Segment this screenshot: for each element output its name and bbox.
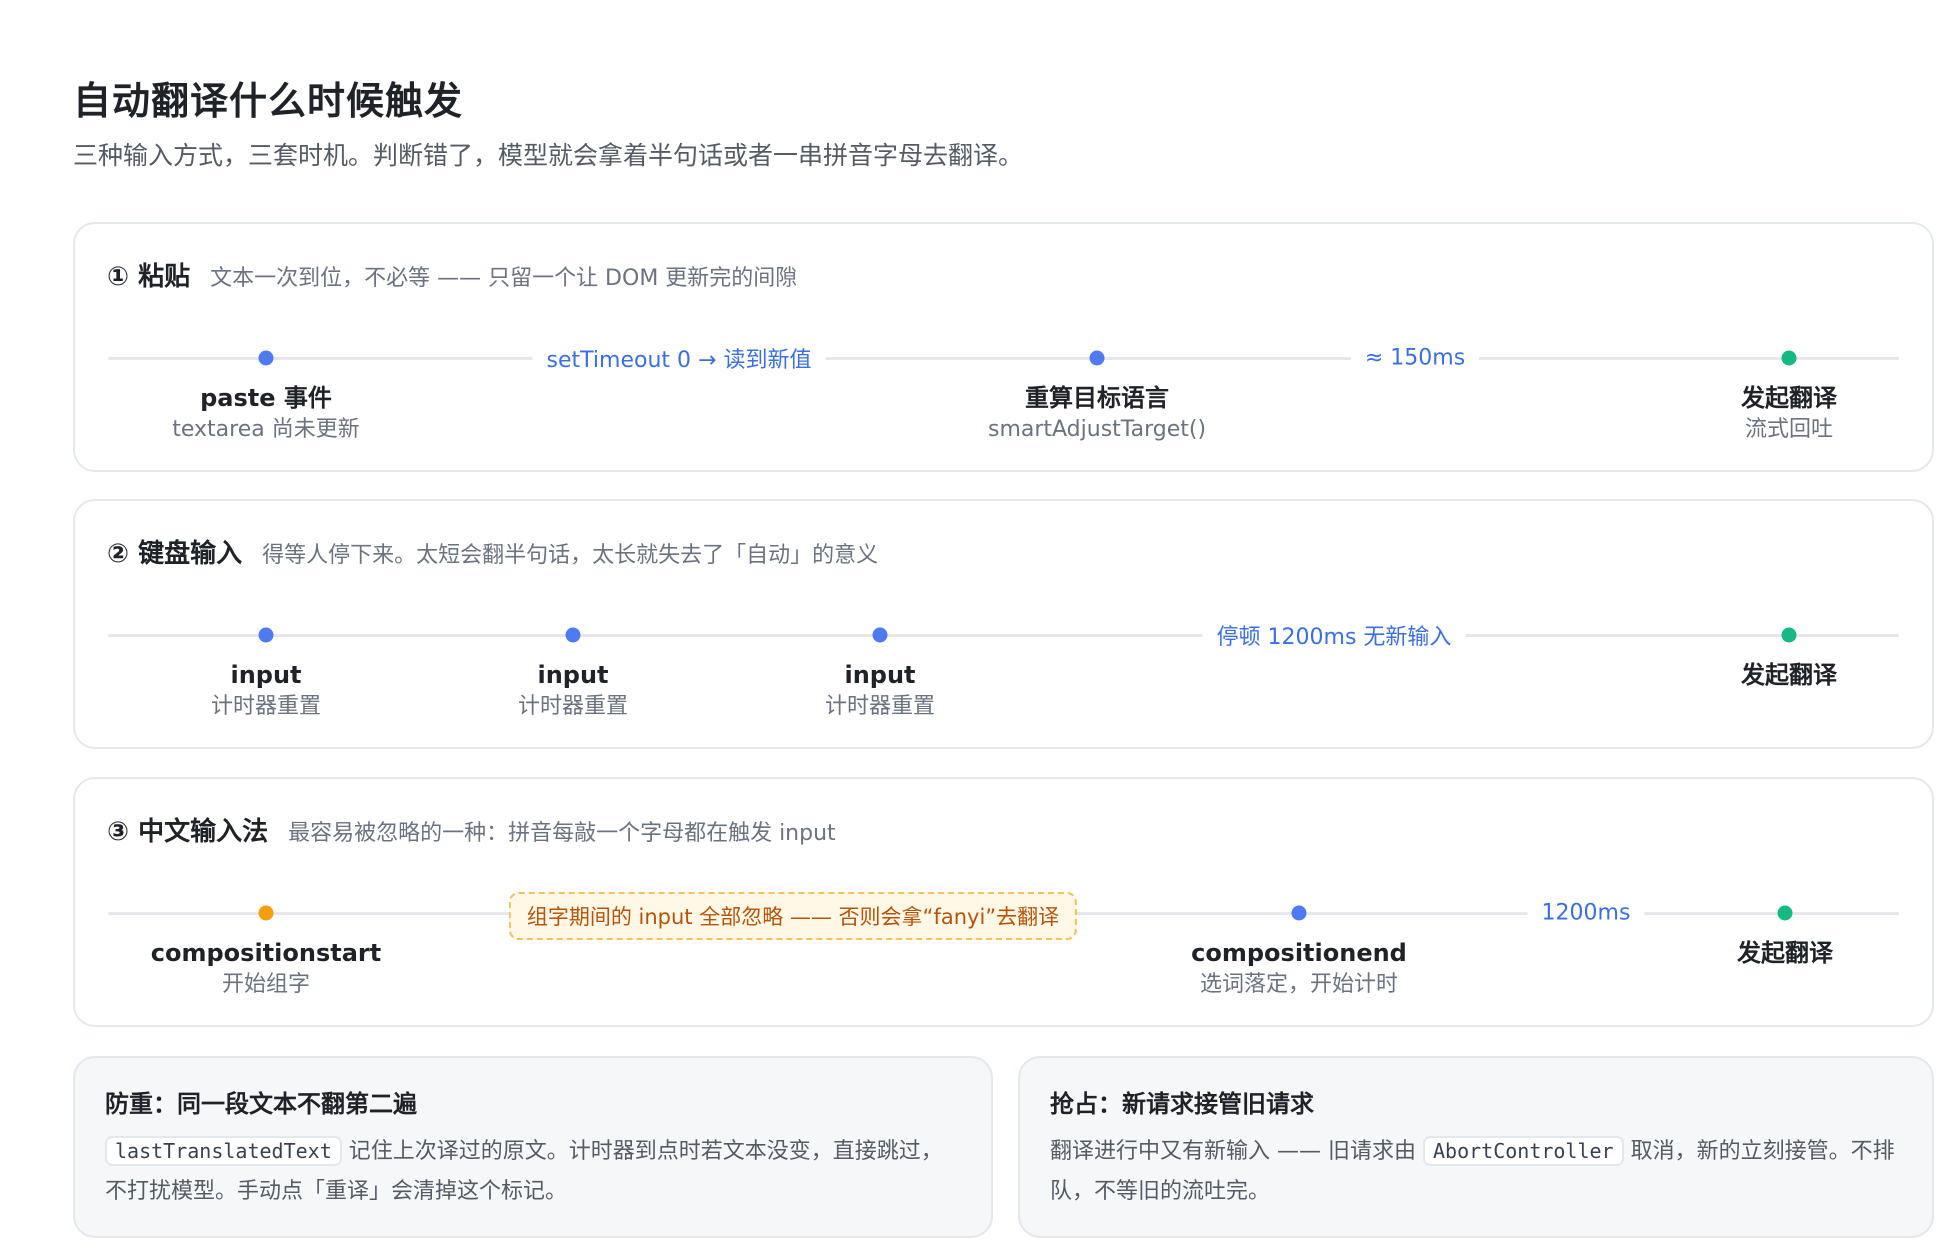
node-title: compositionend: [1191, 939, 1407, 967]
node-title: 发起翻译: [1737, 939, 1833, 967]
page-subtitle: 三种输入方式，三套时机。判断错了，模型就会拿着半句话或者一串拼音字母去翻译。: [73, 141, 1024, 170]
node-note: 计时器重置: [517, 694, 629, 719]
node-title: input: [537, 661, 609, 689]
card-description: 最容易被忽略的一种：拼音每敲一个字母都在触发 input: [288, 821, 836, 846]
timeline-node: input 计时器重置: [518, 659, 628, 723]
card-title: ③ 中文输入法: [107, 817, 269, 847]
event-dot: [258, 350, 274, 366]
event-dot: [1089, 350, 1105, 366]
node-note: 计时器重置: [824, 694, 936, 719]
node-title: 重算目标语言: [1024, 384, 1169, 412]
timeline-node: input 计时器重置: [211, 659, 321, 723]
card-description: 文本一次到位，不必等 —— 只留一个让 DOM 更新完的间隙: [210, 266, 798, 291]
timeline-node: 发起翻译: [1737, 937, 1833, 969]
timeline-node: compositionend 选词落定，开始计时: [1191, 937, 1407, 1001]
node-note: 选词落定，开始计时: [1199, 972, 1398, 997]
paste-timeline-card: ① 粘贴 文本一次到位，不必等 —— 只留一个让 DOM 更新完的间隙 setT…: [73, 222, 1934, 472]
interval-label: setTimeout 0 → 读到新值: [532, 342, 826, 374]
node-title: 发起翻译: [1741, 384, 1837, 412]
trigger-dot: [1781, 627, 1797, 643]
node-note: 计时器重置: [210, 694, 322, 719]
dedupe-note-card: 防重：同一段文本不翻第二遍 lastTranslatedText 记住上次译过的…: [73, 1056, 993, 1238]
event-dot: [258, 627, 274, 643]
card-header: ③ 中文输入法 最容易被忽略的一种：拼音每敲一个字母都在触发 input: [107, 811, 836, 848]
timeline-node: 重算目标语言 smartAdjustTarget(): [988, 382, 1206, 446]
card-title: ② 键盘输入: [107, 539, 243, 569]
card-title: ① 粘贴: [107, 262, 191, 292]
event-dot: [872, 627, 888, 643]
timeline-node: input 计时器重置: [825, 659, 935, 723]
trigger-dot: [1777, 905, 1793, 921]
interval-label: ≈ 150ms: [1350, 345, 1480, 371]
node-title: 发起翻译: [1741, 661, 1837, 689]
note-text: 翻译进行中又有新输入 —— 旧请求由: [1050, 1139, 1423, 1164]
interval-label: 停顿 1200ms 无新输入: [1202, 619, 1466, 651]
node-title: compositionstart: [150, 939, 382, 967]
timeline-node: paste 事件 textarea 尚未更新: [172, 382, 359, 446]
preempt-note-card: 抢占：新请求接管旧请求 翻译进行中又有新输入 —— 旧请求由 AbortCont…: [1018, 1056, 1934, 1238]
note-body: lastTranslatedText 记住上次译过的原文。计时器到点时若文本没变…: [105, 1131, 961, 1212]
node-title: input: [230, 661, 302, 689]
node-note: textarea 尚未更新: [172, 417, 360, 442]
timeline-track: [108, 357, 1899, 360]
timeline-track: [108, 634, 1899, 637]
node-note: 流式回吐: [1744, 417, 1833, 442]
code-token: AbortController: [1422, 1136, 1624, 1166]
composition-start-dot: [258, 905, 274, 921]
note-title: 抢占：新请求接管旧请求: [1050, 1090, 1314, 1118]
timeline-node: 发起翻译: [1741, 659, 1837, 691]
note-body: 翻译进行中又有新输入 —— 旧请求由 AbortController 取消，新的…: [1050, 1131, 1902, 1212]
node-note: smartAdjustTarget(): [987, 417, 1207, 442]
card-header: ① 粘贴 文本一次到位，不必等 —— 只留一个让 DOM 更新完的间隙: [107, 256, 797, 293]
code-token: lastTranslatedText: [105, 1136, 342, 1166]
ignored-input-warning: 组字期间的 input 全部忽略 —— 否则会拿“fanyi”去翻译: [508, 892, 1078, 940]
card-description: 得等人停下来。太短会翻半句话，太长就失去了「自动」的意义: [262, 543, 879, 568]
node-title: paste 事件: [200, 384, 332, 412]
keyboard-timeline-card: ② 键盘输入 得等人停下来。太短会翻半句话，太长就失去了「自动」的意义 停顿 1…: [73, 499, 1934, 749]
timeline-node: compositionstart 开始组字: [151, 937, 381, 1001]
timeline-node: 发起翻译 流式回吐: [1741, 382, 1837, 446]
event-dot: [1291, 905, 1307, 921]
note-title: 防重：同一段文本不翻第二遍: [105, 1090, 417, 1118]
ime-timeline-card: ③ 中文输入法 最容易被忽略的一种：拼音每敲一个字母都在触发 input 组字期…: [73, 777, 1934, 1027]
page-title: 自动翻译什么时候触发: [73, 79, 464, 123]
trigger-dot: [1781, 350, 1797, 366]
event-dot: [565, 627, 581, 643]
node-note: 开始组字: [221, 972, 310, 997]
interval-label: 1200ms: [1527, 900, 1645, 926]
card-header: ② 键盘输入 得等人停下来。太短会翻半句话，太长就失去了「自动」的意义: [107, 533, 878, 570]
node-title: input: [844, 661, 916, 689]
